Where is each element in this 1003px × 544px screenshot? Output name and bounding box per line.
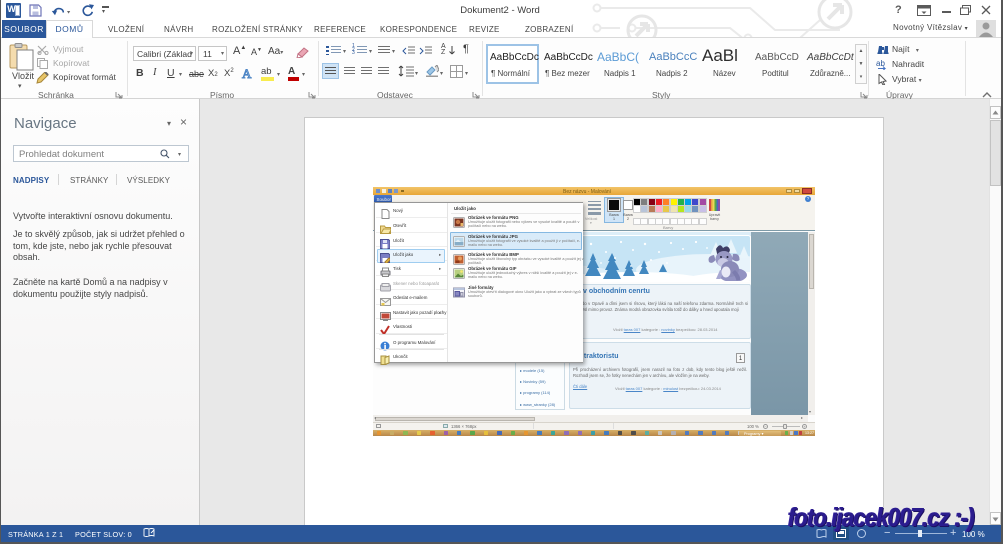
svg-text:A: A [242,66,252,80]
svg-text:ab: ab [876,59,885,68]
